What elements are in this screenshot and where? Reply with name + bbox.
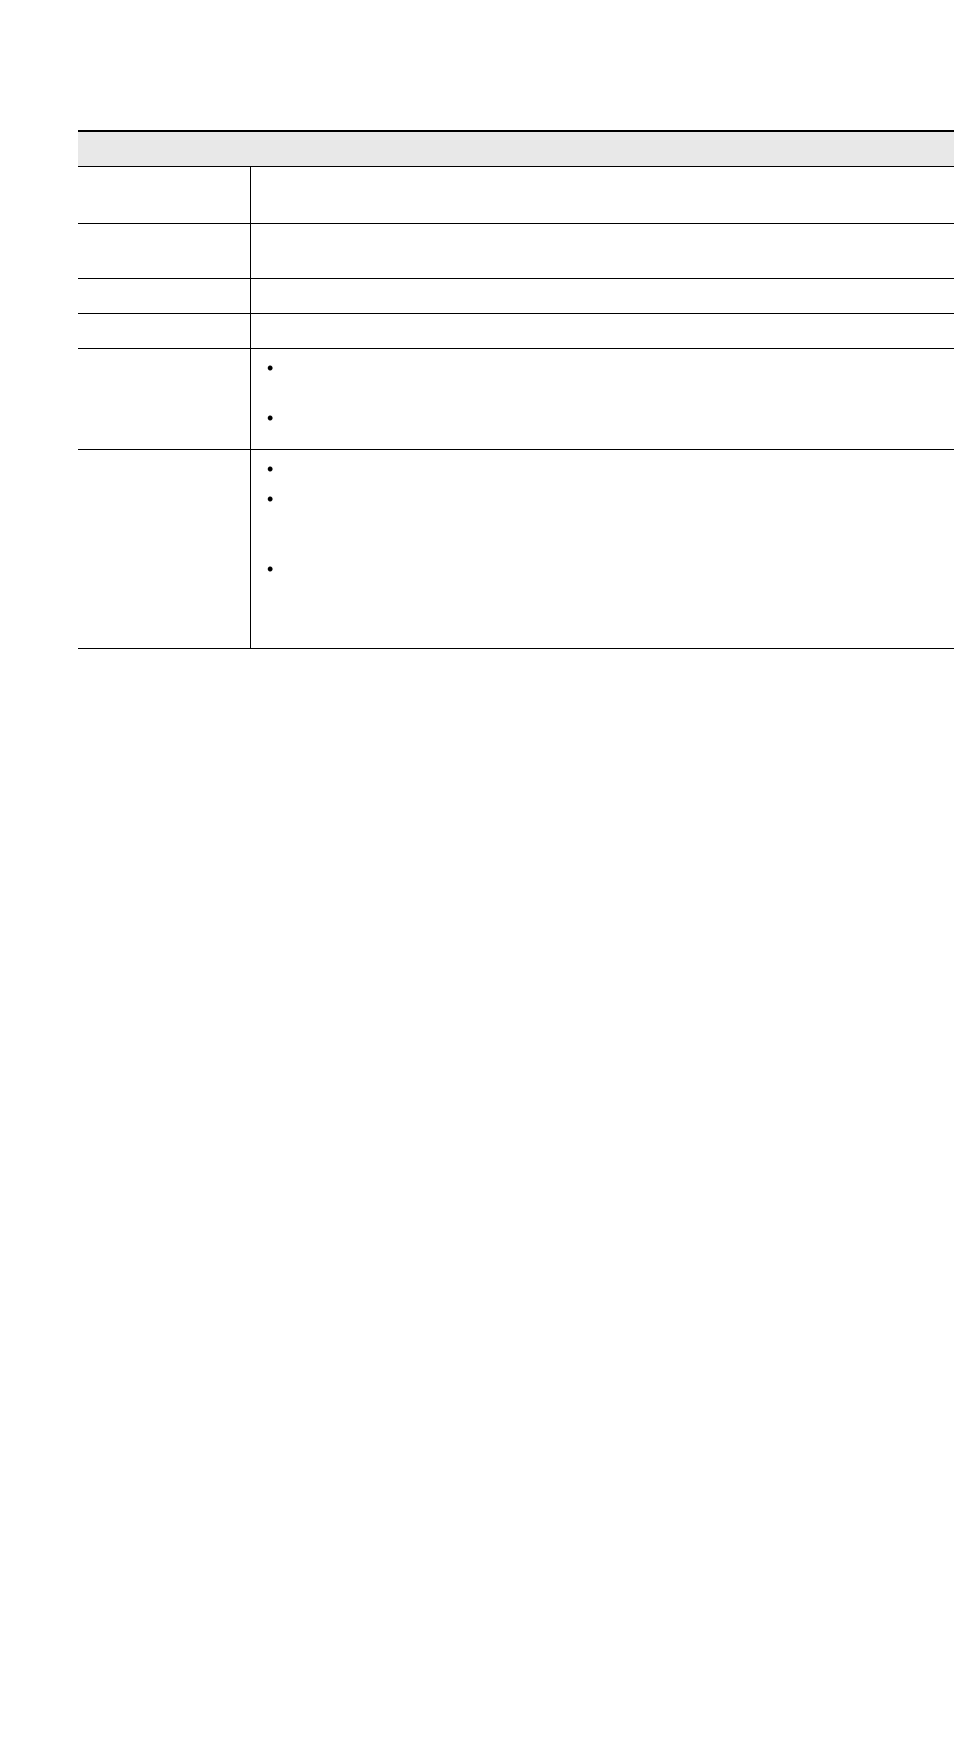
row-value <box>251 224 954 278</box>
row-value <box>251 450 954 648</box>
bullet-item <box>267 409 954 429</box>
row-value <box>251 349 954 449</box>
table-row <box>78 224 954 279</box>
row-label <box>78 167 251 223</box>
table-row <box>78 279 954 314</box>
bullet-item <box>267 490 954 510</box>
row-value <box>251 314 954 348</box>
row-value <box>251 167 954 223</box>
row-label <box>78 224 251 278</box>
bullet-list <box>259 460 954 580</box>
row-value <box>251 279 954 313</box>
table-row <box>78 167 954 224</box>
row-label <box>78 450 251 648</box>
bullet-list <box>259 359 954 429</box>
table-row <box>78 314 954 349</box>
bullet-item <box>267 460 954 480</box>
data-table <box>78 130 954 649</box>
bullet-item <box>267 560 954 580</box>
table-row <box>78 450 954 649</box>
row-label <box>78 279 251 313</box>
row-label <box>78 349 251 449</box>
row-label <box>78 314 251 348</box>
table-header <box>78 130 954 167</box>
table-row <box>78 349 954 450</box>
bullet-item <box>267 359 954 379</box>
